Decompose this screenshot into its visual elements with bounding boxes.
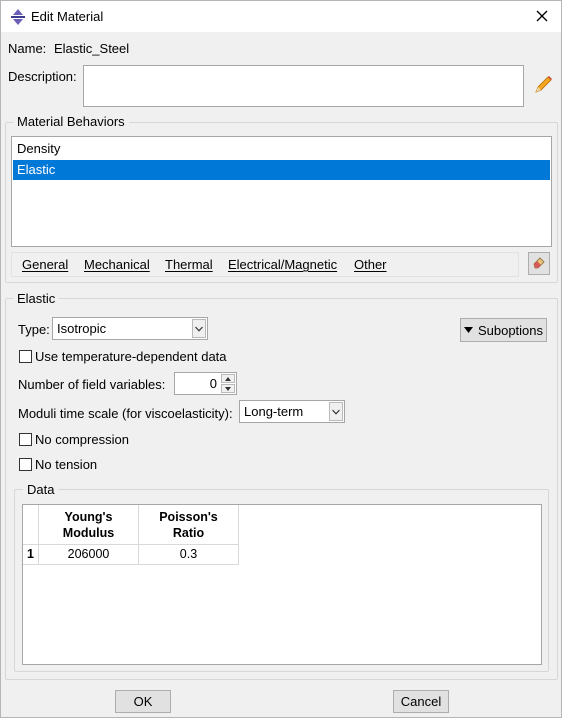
window-title: Edit Material xyxy=(31,9,104,24)
no-tension-checkbox[interactable] xyxy=(19,458,32,471)
material-name: Elastic_Steel xyxy=(54,41,130,56)
no-compression-checkbox[interactable] xyxy=(19,433,32,446)
list-item-density[interactable]: Density xyxy=(13,139,550,159)
behaviors-list[interactable]: Density Elastic xyxy=(11,136,552,247)
menu-electrical-magnetic[interactable]: Electrical/Magnetic xyxy=(228,257,337,272)
column-header-poissons-ratio[interactable]: Poisson's Ratio xyxy=(139,505,239,545)
suboptions-label: Suboptions xyxy=(477,322,544,338)
dropdown-arrow-icon xyxy=(192,319,206,338)
table-cell[interactable]: 206000 xyxy=(39,545,139,565)
delete-behavior-button[interactable] xyxy=(528,252,550,275)
column-header-line: Ratio xyxy=(172,526,205,540)
list-item-elastic[interactable]: Elastic xyxy=(13,160,550,180)
field-vars-spinner[interactable]: 0 xyxy=(174,372,237,395)
description-field[interactable] xyxy=(83,65,524,107)
suboptions-button[interactable]: Suboptions xyxy=(460,318,547,342)
data-table[interactable]: Young's Modulus Poisson's Ratio 1 206000… xyxy=(22,504,542,665)
dropdown-arrow-icon xyxy=(329,402,343,421)
eraser-icon xyxy=(532,255,546,272)
app-icon xyxy=(9,8,27,26)
edit-material-dialog: Edit Material Name: Elastic_Steel Descri… xyxy=(0,0,562,718)
spin-buttons xyxy=(221,374,235,393)
description-label: Description: xyxy=(8,69,77,84)
table-cell[interactable]: 0.3 xyxy=(139,545,239,565)
menu-mechanical[interactable]: Mechanical xyxy=(84,257,150,272)
type-select-value: Isotropic xyxy=(57,321,107,336)
spin-up-icon[interactable] xyxy=(221,374,235,383)
spin-down-icon[interactable] xyxy=(221,384,235,393)
behavior-menu-bar: General Mechanical Thermal Electrical/Ma… xyxy=(11,252,519,277)
close-icon[interactable] xyxy=(529,4,555,28)
field-vars-value: 0 xyxy=(209,376,217,391)
pencil-icon[interactable] xyxy=(532,74,554,96)
name-label: Name: xyxy=(8,41,47,56)
menu-general[interactable]: General xyxy=(22,257,68,272)
type-label: Type: xyxy=(18,322,50,337)
moduli-label: Moduli time scale (for viscoelasticity): xyxy=(18,406,233,421)
menu-other[interactable]: Other xyxy=(354,257,387,272)
material-behaviors-title: Material Behaviors xyxy=(13,114,129,129)
column-header-line: Modulus xyxy=(62,526,115,540)
row-index: 1 xyxy=(23,545,39,565)
menu-thermal[interactable]: Thermal xyxy=(165,257,213,272)
temp-dependent-label: Use temperature-dependent data xyxy=(35,349,227,364)
title-bar: Edit Material xyxy=(1,1,561,32)
column-header-youngs-modulus[interactable]: Young's Modulus xyxy=(39,505,139,545)
ok-button[interactable]: OK xyxy=(115,690,171,713)
moduli-select[interactable]: Long-term xyxy=(239,400,345,423)
column-header-line: Poisson's xyxy=(159,510,218,524)
data-title: Data xyxy=(23,482,59,497)
type-select[interactable]: Isotropic xyxy=(52,317,208,340)
no-compression-label: No compression xyxy=(35,432,129,447)
field-vars-label: Number of field variables: xyxy=(18,377,166,392)
cancel-button[interactable]: Cancel xyxy=(393,690,449,713)
table-corner xyxy=(23,505,39,545)
moduli-select-value: Long-term xyxy=(244,404,304,419)
no-tension-label: No tension xyxy=(35,457,98,472)
column-header-line: Young's xyxy=(64,510,113,524)
temp-dependent-checkbox[interactable] xyxy=(19,350,32,363)
elastic-title: Elastic xyxy=(13,291,60,306)
triangle-down-icon xyxy=(463,326,473,334)
